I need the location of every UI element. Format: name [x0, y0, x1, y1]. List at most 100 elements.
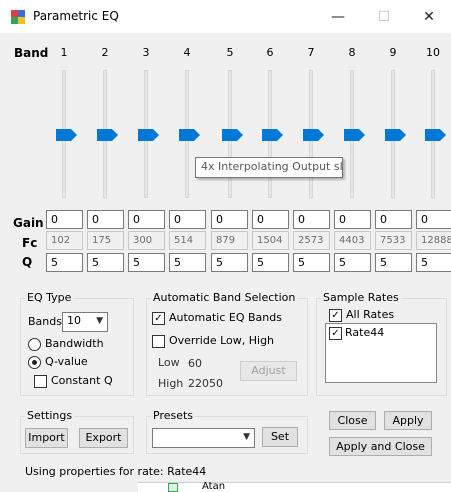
- gain-input[interactable]: 0: [46, 210, 83, 229]
- q-input[interactable]: 5: [293, 253, 330, 272]
- band-number: 1: [60, 46, 68, 59]
- q-input[interactable]: 5: [252, 253, 289, 272]
- settings-title: Settings: [25, 409, 75, 422]
- qvalue-radio[interactable]: [28, 356, 41, 369]
- fc-field: 514: [169, 231, 206, 250]
- close-button[interactable]: Close: [329, 411, 376, 430]
- fc-field: 175: [87, 231, 124, 250]
- fc-field: 4403: [334, 231, 371, 250]
- band-slider-thumb[interactable]: [344, 129, 366, 141]
- minimize-button[interactable]: —: [315, 0, 361, 34]
- check-icon: ✓: [154, 313, 163, 324]
- gain-input[interactable]: 0: [416, 210, 451, 229]
- band-number: 3: [142, 46, 150, 59]
- high-label: High: [158, 377, 184, 390]
- band-slider-thumb[interactable]: [222, 129, 244, 141]
- q-input[interactable]: 5: [128, 253, 165, 272]
- auto-band-title: Automatic Band Selection: [151, 291, 298, 304]
- gain-input[interactable]: 0: [211, 210, 248, 229]
- fc-field: 1504: [252, 231, 289, 250]
- all-rates-checkbox[interactable]: ✓: [329, 309, 342, 322]
- import-button[interactable]: Import: [25, 428, 68, 448]
- auto-eq-label[interactable]: Automatic EQ Bands: [169, 311, 282, 324]
- q-input[interactable]: 5: [169, 253, 206, 272]
- q-input[interactable]: 5: [334, 253, 371, 272]
- band-slider-thumb[interactable]: [97, 129, 119, 141]
- title-bar[interactable]: Parametric EQ — ☐ ✕: [0, 0, 451, 34]
- band-number: 2: [101, 46, 109, 59]
- gain-input[interactable]: 0: [375, 210, 412, 229]
- status-text: Using properties for rate: Rate44: [25, 465, 207, 478]
- gain-input[interactable]: 0: [252, 210, 289, 229]
- band-label: Band: [14, 46, 49, 60]
- export-button[interactable]: Export: [79, 428, 128, 448]
- fc-field: 102: [46, 231, 83, 250]
- fc-field: 879: [211, 231, 248, 250]
- low-label: Low: [158, 356, 180, 369]
- qvalue-label[interactable]: Q-value: [45, 355, 88, 368]
- all-rates-label[interactable]: All Rates: [346, 308, 394, 321]
- band-number: 6: [266, 46, 274, 59]
- q-input[interactable]: 5: [375, 253, 412, 272]
- gain-input[interactable]: 0: [169, 210, 206, 229]
- maximize-button: ☐: [361, 0, 407, 34]
- band-slider-thumb[interactable]: [138, 129, 160, 141]
- gain-input[interactable]: 0: [293, 210, 330, 229]
- close-window-button[interactable]: ✕: [406, 0, 451, 34]
- band-number: 9: [389, 46, 397, 59]
- minimize-icon: —: [331, 9, 345, 25]
- bandwidth-label[interactable]: Bandwidth: [45, 337, 104, 350]
- tooltip: 4x Interpolating Output sl: [195, 157, 343, 178]
- bands-count-label: Bands: [28, 315, 62, 328]
- rate44-checkbox[interactable]: ✓: [329, 327, 342, 340]
- tree-item-icon: [168, 483, 178, 492]
- bands-count-select[interactable]: 10 ▼: [62, 312, 108, 332]
- high-value: 22050: [188, 377, 223, 390]
- auto-eq-checkbox[interactable]: ✓: [152, 312, 165, 325]
- gain-input[interactable]: 0: [87, 210, 124, 229]
- band-number: 7: [307, 46, 315, 59]
- constant-q-checkbox[interactable]: [34, 375, 47, 388]
- chevron-down-icon: ▼: [243, 432, 250, 442]
- presets-select[interactable]: ▼: [152, 428, 255, 448]
- eq-type-title: EQ Type: [25, 291, 74, 304]
- constant-q-label[interactable]: Constant Q: [51, 374, 113, 387]
- maximize-icon: ☐: [377, 9, 391, 25]
- q-input[interactable]: 5: [87, 253, 124, 272]
- band-slider-thumb[interactable]: [385, 129, 407, 141]
- gain-label: Gain: [13, 216, 44, 230]
- fc-label: Fc: [22, 236, 38, 250]
- low-value: 60: [188, 357, 202, 370]
- band-slider-thumb[interactable]: [303, 129, 325, 141]
- background-item-label: Atan: [202, 481, 226, 492]
- close-icon: ✕: [423, 9, 435, 25]
- apply-button[interactable]: Apply: [384, 411, 432, 430]
- q-input[interactable]: 5: [46, 253, 83, 272]
- bandwidth-radio[interactable]: [28, 338, 41, 351]
- override-label[interactable]: Override Low, High: [169, 334, 274, 347]
- sample-rates-list[interactable]: ✓ Rate44: [325, 323, 437, 383]
- fc-field: 7533: [375, 231, 412, 250]
- check-icon: ✓: [331, 310, 340, 321]
- band-slider-thumb[interactable]: [56, 129, 78, 141]
- chevron-down-icon: ▼: [96, 316, 103, 326]
- band-number: 4: [183, 46, 191, 59]
- apply-and-close-button[interactable]: Apply and Close: [329, 437, 432, 456]
- q-input[interactable]: 5: [416, 253, 451, 272]
- override-checkbox[interactable]: [152, 335, 165, 348]
- band-number: 8: [348, 46, 356, 59]
- band-slider-thumb[interactable]: [425, 129, 447, 141]
- band-slider-thumb[interactable]: [262, 129, 284, 141]
- adjust-button[interactable]: Adjust: [240, 361, 297, 381]
- window-title: Parametric EQ: [33, 9, 119, 23]
- gain-input[interactable]: 0: [334, 210, 371, 229]
- background-window-strip: Atan: [138, 481, 451, 492]
- rate44-label[interactable]: Rate44: [345, 326, 384, 339]
- band-slider-thumb[interactable]: [179, 129, 201, 141]
- q-label: Q: [22, 255, 33, 269]
- set-preset-button[interactable]: Set: [262, 427, 298, 447]
- q-input[interactable]: 5: [211, 253, 248, 272]
- equalizer-app-icon: [11, 10, 25, 24]
- gain-input[interactable]: 0: [128, 210, 165, 229]
- fc-field: 12888: [416, 231, 451, 250]
